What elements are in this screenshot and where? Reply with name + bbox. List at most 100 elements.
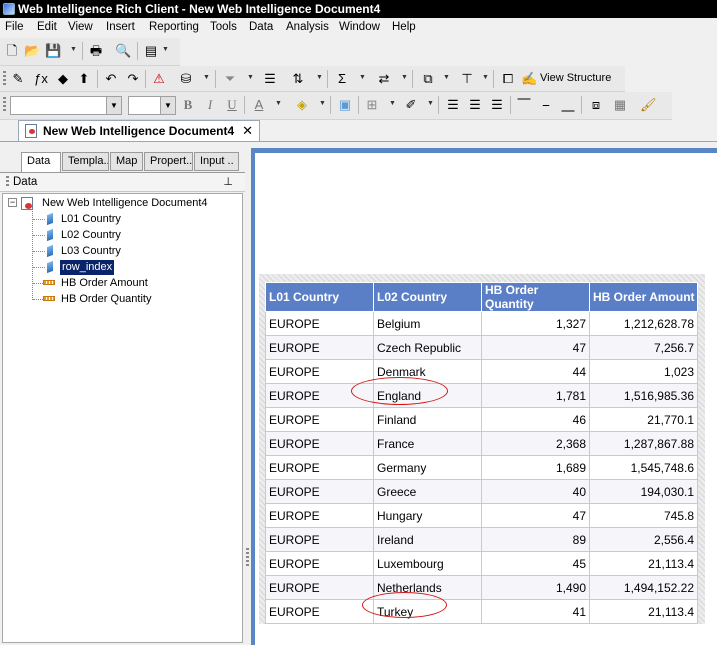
table-cell[interactable]: Hungary	[373, 503, 482, 528]
table-cell[interactable]: EUROPE	[265, 311, 374, 336]
table-cell[interactable]: Czech Republic	[373, 335, 482, 360]
sort-dropdown-icon[interactable]: ▼	[316, 74, 323, 81]
table-cell[interactable]: 2,556.4	[589, 527, 698, 552]
column-header[interactable]: HB Order Quantity	[481, 282, 590, 312]
table-cell[interactable]: Finland	[373, 407, 482, 432]
save-icon[interactable]: 💾	[45, 43, 61, 59]
formula-icon[interactable]: ƒx	[33, 71, 49, 87]
menu-insert[interactable]: Insert	[106, 21, 135, 33]
menu-analysis[interactable]: Analysis	[286, 21, 329, 33]
toolbar-grip[interactable]	[3, 97, 6, 113]
column-header[interactable]: L02 Country	[373, 282, 482, 312]
pin-icon[interactable]: ⊥	[223, 173, 233, 192]
view-structure-icon[interactable]: ✍	[521, 71, 537, 87]
alert-icon[interactable]: ⚠	[151, 71, 167, 87]
column-header[interactable]: HB Order Amount	[589, 282, 698, 312]
table-cell[interactable]: 1,689	[481, 455, 590, 480]
underline-icon[interactable]: U	[224, 97, 240, 113]
menu-edit[interactable]: Edit	[37, 21, 57, 33]
table-cell[interactable]: 41	[481, 599, 590, 624]
bold-icon[interactable]: B	[180, 97, 196, 113]
redo-icon[interactable]: ↷	[125, 71, 141, 87]
menu-window[interactable]: Window	[339, 21, 380, 33]
tree-item-row-index[interactable]: row_index	[60, 260, 115, 275]
save-dropdown-icon[interactable]: ▼	[70, 46, 77, 53]
fill-color-icon[interactable]: ◈	[294, 97, 310, 113]
align-right-icon[interactable]: ☰	[489, 97, 505, 113]
table-cell[interactable]: EUROPE	[265, 575, 374, 600]
page-view-dropdown-icon[interactable]: ▼	[162, 46, 169, 53]
table-cell[interactable]: 21,770.1	[589, 407, 698, 432]
tree-item-hb-order-quantity[interactable]: HB Order Quantity	[61, 292, 151, 307]
table-cell[interactable]: Belgium	[373, 311, 482, 336]
tab-templates[interactable]: Templa..	[62, 152, 109, 171]
table-cell[interactable]: EUROPE	[265, 359, 374, 384]
open-folder-icon[interactable]: 📂	[24, 43, 40, 59]
new-document-icon[interactable]: 🗋	[4, 43, 20, 59]
border-color-dropdown-icon[interactable]: ▼	[427, 100, 434, 107]
table-cell[interactable]: 1,023	[589, 359, 698, 384]
menu-help[interactable]: Help	[392, 21, 416, 33]
table-cell[interactable]: 47	[481, 503, 590, 528]
table-cell[interactable]: EUROPE	[265, 503, 374, 528]
insert-icon[interactable]: ✎	[10, 71, 26, 87]
table-cell[interactable]: EUROPE	[265, 431, 374, 456]
table-cell[interactable]: EUROPE	[265, 527, 374, 552]
background-image-icon[interactable]: ▣	[337, 97, 353, 113]
border-color-icon[interactable]: ✐	[403, 97, 419, 113]
table-cell[interactable]: 44	[481, 359, 590, 384]
font-name-select[interactable]: ▼	[10, 96, 122, 115]
font-size-select[interactable]: ▼	[128, 96, 176, 115]
table-cell[interactable]: 1,781	[481, 383, 590, 408]
collapse-icon[interactable]: −	[8, 198, 17, 207]
align-center-icon[interactable]: ☰	[467, 97, 483, 113]
table-cell[interactable]: 21,113.4	[589, 599, 698, 624]
table-cell[interactable]: 1,287,867.88	[589, 431, 698, 456]
filter-dropdown-icon[interactable]: ▼	[247, 74, 254, 81]
merge-icon[interactable]: ⬆	[76, 71, 92, 87]
table-cell[interactable]: 1,545,748.6	[589, 455, 698, 480]
table-cell[interactable]: 89	[481, 527, 590, 552]
menu-data[interactable]: Data	[249, 21, 273, 33]
splitter-grip[interactable]	[246, 548, 249, 566]
tab-data[interactable]: Data	[21, 152, 61, 172]
table-cell[interactable]: 47	[481, 335, 590, 360]
wrap-text-icon[interactable]: ⧈	[588, 97, 604, 113]
table-cell[interactable]: 7,256.7	[589, 335, 698, 360]
align-top-icon[interactable]: ⎺	[516, 97, 532, 113]
close-tab-icon[interactable]: ✕	[242, 121, 253, 141]
table-cell[interactable]: 46	[481, 407, 590, 432]
table-cell[interactable]: 21,113.4	[589, 551, 698, 576]
table-cell[interactable]: 745.8	[589, 503, 698, 528]
duplicate-icon[interactable]: ⧠	[500, 71, 516, 87]
view-structure-button[interactable]: View Structure	[540, 72, 611, 84]
table-cell[interactable]: 1,516,985.36	[589, 383, 698, 408]
font-color-icon[interactable]: A	[251, 97, 267, 113]
panel-grip[interactable]	[6, 176, 9, 188]
breaks-icon[interactable]: ☰	[262, 71, 278, 87]
tree-item-l03-country[interactable]: L03 Country	[61, 244, 121, 259]
tree-item-l01-country[interactable]: L01 Country	[61, 212, 121, 227]
table-cell[interactable]: EUROPE	[265, 479, 374, 504]
fill-color-dropdown-icon[interactable]: ▼	[319, 100, 326, 107]
tab-properties[interactable]: Propert..	[144, 152, 193, 171]
find-icon[interactable]: 🔍	[115, 43, 131, 59]
align-left-icon[interactable]: ☰	[445, 97, 461, 113]
table-cell[interactable]: 1,494,152.22	[589, 575, 698, 600]
tab-input[interactable]: Input ..	[194, 152, 239, 171]
table-cell[interactable]: 2,368	[481, 431, 590, 456]
menu-reporting[interactable]: Reporting	[149, 21, 199, 33]
sum-dropdown-icon[interactable]: ▼	[359, 74, 366, 81]
table-cell[interactable]: EUROPE	[265, 599, 374, 624]
drill-dropdown-icon[interactable]: ▼	[203, 74, 210, 81]
table-cell[interactable]: Ireland	[373, 527, 482, 552]
table-cell[interactable]: 45	[481, 551, 590, 576]
font-size-dropdown-icon[interactable]: ▼	[160, 97, 175, 114]
document-tab[interactable]: New Web Intelligence Document4 ✕	[18, 120, 260, 141]
align-middle-icon[interactable]: ⎯	[538, 97, 554, 113]
outline-dropdown-icon[interactable]: ▼	[443, 74, 450, 81]
toolbar-grip[interactable]	[3, 71, 6, 87]
table-cell[interactable]: 1,327	[481, 311, 590, 336]
font-name-dropdown-icon[interactable]: ▼	[106, 97, 121, 114]
tree-root-label[interactable]: New Web Intelligence Document4	[42, 196, 208, 211]
